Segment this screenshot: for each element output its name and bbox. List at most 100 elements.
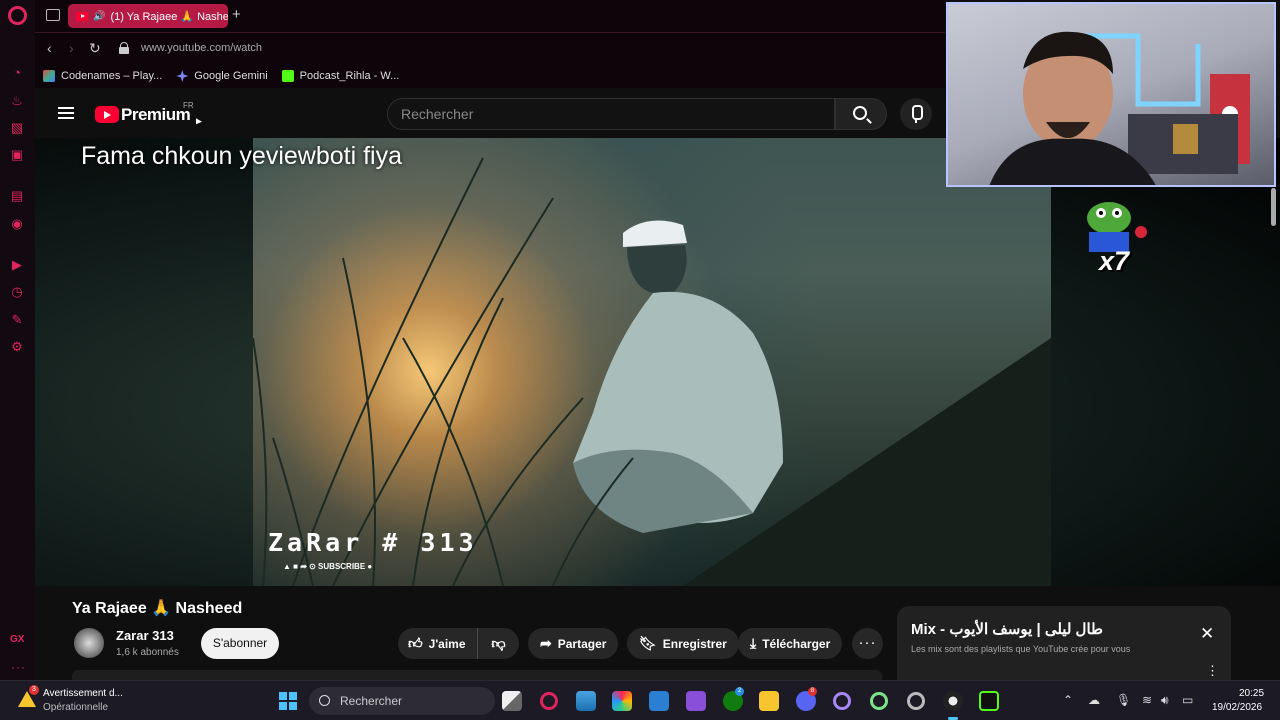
- subscriber-count: 1,6 k abonnés: [116, 647, 179, 658]
- download-button[interactable]: ⤓ Télécharger: [738, 628, 843, 659]
- file-explorer-icon[interactable]: [759, 691, 779, 711]
- tab-strip: 🔊 (1) Ya Rajaee 🙏 Nashe +: [35, 0, 945, 32]
- widget-subtitle: Opérationnelle: [43, 702, 109, 713]
- news-icon[interactable]: ▣: [9, 147, 25, 163]
- new-tab-button[interactable]: +: [232, 6, 241, 23]
- video-frame: [253, 138, 1051, 586]
- dislike-button[interactable]: 👎︎: [478, 628, 519, 659]
- thumbs-down-icon: 👎︎: [491, 635, 506, 651]
- bookmark-gemini[interactable]: Google Gemini: [176, 70, 268, 82]
- clock-date[interactable]: 19/02/2026: [1212, 702, 1262, 713]
- xbox-badge: 2: [735, 687, 744, 696]
- download-label: Télécharger: [762, 636, 831, 651]
- reload-icon[interactable]: ↻: [89, 40, 101, 57]
- player-icon[interactable]: ▶: [9, 257, 25, 273]
- discord-icon[interactable]: ◉: [9, 216, 25, 232]
- mix-title[interactable]: Mix - طال ليلى | يوسف الأيوب: [911, 620, 1103, 638]
- obs-app-icon[interactable]: [943, 691, 963, 711]
- share-button[interactable]: ➦ Partager: [528, 628, 619, 659]
- region-code: FR: [183, 101, 194, 110]
- opera-app-icon[interactable]: [540, 692, 558, 710]
- kick-favicon-icon: [281, 70, 294, 82]
- description-box[interactable]: [72, 670, 882, 680]
- video-caption: Fama chkoun yeviewboti fiya: [81, 142, 402, 170]
- tab-youtube[interactable]: 🔊 (1) Ya Rajaee 🙏 Nashe: [68, 4, 228, 28]
- mix-playlist-panel: Mix - طال ليلى | يوسف الأيوب Les mix son…: [897, 606, 1231, 680]
- gx-control-icon[interactable]: ♨: [9, 93, 25, 109]
- settings-icon[interactable]: ⚙: [9, 339, 25, 355]
- voice-search-button[interactable]: [900, 98, 932, 130]
- gx-label[interactable]: GX: [10, 634, 24, 645]
- channel-name[interactable]: Zarar 313: [116, 628, 174, 643]
- bookmark-podcast[interactable]: Podcast_Rihla - W...: [281, 70, 399, 82]
- stream-app-icon[interactable]: [979, 691, 999, 711]
- subscribe-button[interactable]: S'abonner: [201, 628, 279, 659]
- speaker-icon[interactable]: 🔊: [93, 11, 105, 22]
- battery-icon[interactable]: ▭: [1182, 693, 1193, 707]
- mix-description: Les mix sont des playlists que YouTube c…: [911, 644, 1131, 654]
- opera-gx-app-icon[interactable]: [833, 692, 851, 710]
- video-player[interactable]: Fama chkoun yeviewboti fiya ZaRar # 313 …: [35, 138, 1280, 586]
- subscribe-strip: ▲ ■ ➦ ⊙ SUBSCRIBE ●: [283, 562, 373, 571]
- extensions-icon[interactable]: ✎: [9, 312, 25, 328]
- taskbar-search[interactable]: Rechercher: [309, 687, 495, 715]
- like-button[interactable]: 👍︎ J'aime: [398, 628, 478, 659]
- page-scrollbar[interactable]: [1271, 188, 1276, 226]
- lock-icon[interactable]: [119, 42, 129, 54]
- channel-avatar[interactable]: [74, 628, 104, 658]
- tab-switcher-icon[interactable]: [46, 9, 60, 21]
- store-app-icon[interactable]: [649, 691, 669, 711]
- address-bar: ‹ › ↻ www.youtube.com/watch: [35, 32, 945, 64]
- sidebar-more-icon[interactable]: ···: [11, 660, 26, 674]
- bookmark-label: Codenames – Play...: [61, 70, 163, 82]
- twitch-icon[interactable]: ▤: [9, 188, 25, 204]
- opera-alt-app-icon[interactable]: [907, 692, 925, 710]
- youtube-premium-logo[interactable]: Premium: [121, 105, 191, 125]
- tab-title: (1) Ya Rajaee 🙏 Nashe: [110, 10, 228, 23]
- grass-overlay: [253, 157, 1051, 586]
- back-icon[interactable]: ‹: [47, 40, 52, 56]
- share-label: Partager: [557, 636, 607, 651]
- start-button[interactable]: [279, 692, 297, 710]
- bookmark-icon: 🔖︎: [639, 635, 657, 651]
- emote-count: x7: [1099, 246, 1130, 276]
- opera-logo-icon[interactable]: [8, 6, 27, 25]
- tray-chevron-icon[interactable]: ⌃: [1063, 693, 1073, 707]
- volume-icon[interactable]: 🔊︎: [1161, 693, 1169, 708]
- speed-dial-icon[interactable]: ◔: [9, 65, 25, 81]
- search-button[interactable]: [835, 98, 887, 130]
- thumbs-up-icon: 👍︎: [408, 635, 423, 651]
- search-input[interactable]: Rechercher: [387, 98, 835, 130]
- channel-watermark: ZaRar # 313: [268, 528, 478, 557]
- photos-app-icon[interactable]: [576, 691, 596, 711]
- history-icon[interactable]: ◷: [9, 284, 25, 300]
- download-icon: ⤓: [750, 635, 757, 651]
- widget-badge: 3: [29, 685, 39, 695]
- wifi-icon[interactable]: ≋: [1142, 693, 1152, 707]
- microphone-icon[interactable]: 🎙︎: [1116, 693, 1131, 707]
- windows-taskbar: 3 Avertissement d... Opérationnelle Rech…: [0, 680, 1280, 720]
- forward-icon[interactable]: ›: [69, 40, 74, 56]
- discord-badge: 8: [808, 687, 817, 696]
- mix-menu-icon[interactable]: ⋮: [1206, 663, 1219, 679]
- more-actions-button[interactable]: ···: [852, 628, 883, 659]
- task-view-icon[interactable]: [502, 691, 522, 711]
- close-icon[interactable]: ✕: [1200, 624, 1214, 644]
- purple-app-icon[interactable]: [686, 691, 706, 711]
- opera-air-app-icon[interactable]: [870, 692, 888, 710]
- bookmark-codenames[interactable]: Codenames – Play...: [43, 70, 162, 82]
- webcam-overlay: [946, 2, 1276, 187]
- url-field[interactable]: www.youtube.com/watch: [141, 42, 262, 54]
- like-dislike-group: 👍︎ J'aime 👎︎: [398, 628, 519, 659]
- opera-sidebar: ◔ ♨ ▧ ▣ ▤ ◉ ▶ ◷ ✎ ⚙ GX ···: [0, 0, 35, 680]
- menu-icon[interactable]: [58, 107, 74, 119]
- copilot-app-icon[interactable]: [612, 691, 632, 711]
- search-icon: [319, 695, 330, 706]
- bookmark-label: Google Gemini: [194, 70, 268, 82]
- widget-title[interactable]: Avertissement d...: [43, 688, 123, 699]
- tray-cloud-icon[interactable]: ☁: [1088, 693, 1100, 707]
- clock-time[interactable]: 20:25: [1239, 688, 1264, 699]
- save-button[interactable]: 🔖︎ Enregistrer: [627, 628, 739, 659]
- youtube-logo-icon[interactable]: [95, 106, 119, 123]
- gx-corner-icon[interactable]: ▧: [9, 120, 25, 136]
